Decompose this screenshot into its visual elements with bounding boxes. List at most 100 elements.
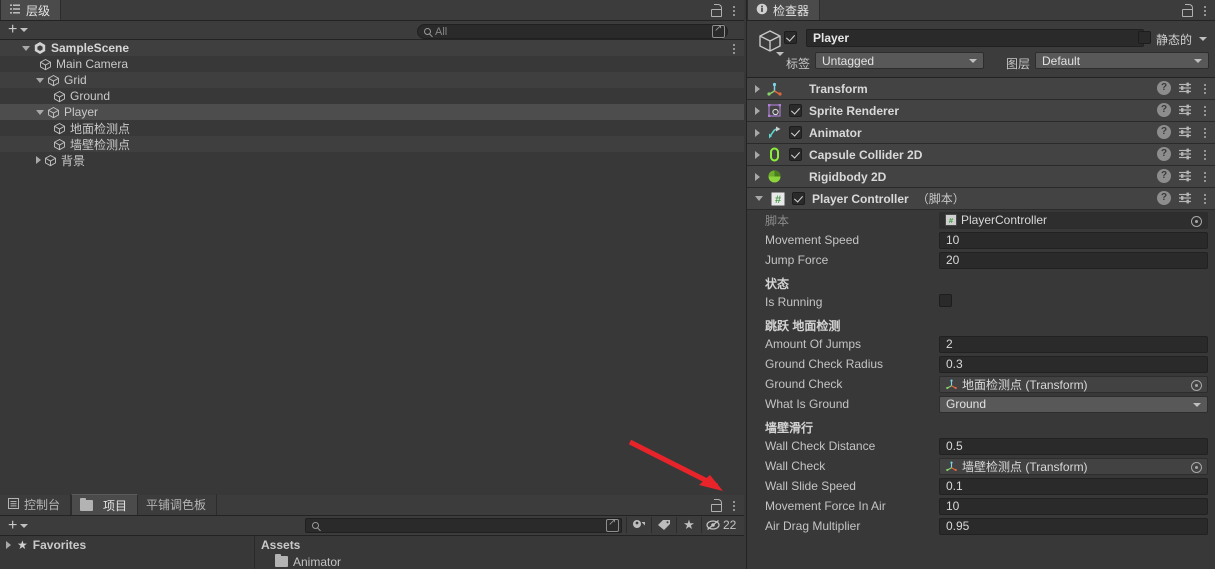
static-dropdown-icon[interactable]: [1199, 37, 1207, 41]
tab-project[interactable]: 项目: [71, 494, 139, 515]
project-menu-icon[interactable]: [728, 498, 740, 512]
object-picker-icon[interactable]: [1191, 461, 1202, 473]
component-header-player-controller[interactable]: # Player Controller （脚本）?: [747, 188, 1215, 210]
chevron-right-icon[interactable]: [755, 106, 760, 115]
lock-icon[interactable]: [710, 498, 722, 512]
gameobject-cube-icon: [53, 90, 66, 103]
hierarchy-search-input[interactable]: All: [417, 23, 728, 39]
component-header-capsule-collider-2d[interactable]: Capsule Collider 2D?: [747, 144, 1215, 166]
lock-icon[interactable]: [1181, 3, 1193, 17]
component-menu-icon[interactable]: [1199, 125, 1211, 139]
tab-console[interactable]: 控制台: [0, 494, 72, 515]
preset-settings-icon[interactable]: [1178, 147, 1192, 161]
gameobject-prefab-icon[interactable]: [757, 28, 784, 56]
component-enabled-checkbox[interactable]: [789, 104, 802, 117]
chevron-right-icon[interactable]: [6, 540, 11, 549]
component-header-rigidbody-2d[interactable]: Rigidbody 2D?: [747, 166, 1215, 188]
create-gameobject-button[interactable]: +: [4, 22, 38, 39]
hierarchy-item-main-camera[interactable]: Main Camera: [0, 56, 744, 72]
hidden-assets-counter[interactable]: 22: [701, 517, 742, 533]
chevron-right-icon[interactable]: [755, 128, 760, 137]
property-label: Movement Force In Air: [765, 499, 886, 513]
hierarchy-item-墙壁检测点[interactable]: 墙壁检测点: [0, 136, 744, 152]
hierarchy-item-grid[interactable]: Grid: [0, 72, 744, 88]
list-item-animator[interactable]: Animator: [255, 553, 744, 569]
search-expand-icon[interactable]: [712, 23, 725, 38]
component-enabled-checkbox[interactable]: [792, 192, 805, 205]
chevron-right-icon[interactable]: [755, 150, 760, 159]
component-enabled-checkbox[interactable]: [789, 148, 802, 161]
component-enabled-checkbox[interactable]: [789, 126, 802, 139]
property-checkbox[interactable]: [939, 294, 952, 307]
hierarchy-row-menu-icon[interactable]: [728, 41, 740, 55]
component-header-animator[interactable]: Animator?: [747, 122, 1215, 144]
favorites-star-icon[interactable]: ★: [676, 517, 701, 533]
gameobject-name-input[interactable]: Player: [806, 29, 1144, 47]
tab-hierarchy[interactable]: 层级: [0, 0, 62, 20]
gameobject-active-checkbox[interactable]: [784, 31, 797, 44]
chevron-down-icon[interactable]: [36, 77, 44, 83]
hierarchy-item-地面检测点[interactable]: 地面检测点: [0, 120, 744, 136]
chevron-right-icon[interactable]: [755, 172, 760, 181]
tab-inspector[interactable]: 检查器: [747, 0, 821, 20]
preset-settings-icon[interactable]: [1178, 103, 1192, 117]
static-checkbox[interactable]: [1138, 31, 1151, 44]
project-assets-column[interactable]: Assets Animator: [255, 536, 744, 569]
search-by-type-icon[interactable]: [626, 517, 651, 533]
component-menu-icon[interactable]: [1199, 81, 1211, 95]
component-menu-icon[interactable]: [1199, 147, 1211, 161]
help-icon[interactable]: ?: [1157, 81, 1171, 95]
component-menu-icon[interactable]: [1199, 103, 1211, 117]
script-object-field[interactable]: # PlayerController: [939, 211, 1208, 229]
property-value-input[interactable]: 10: [939, 497, 1208, 515]
create-asset-button[interactable]: +: [4, 517, 38, 534]
property-value-input[interactable]: 20: [939, 251, 1208, 269]
search-by-label-icon[interactable]: [651, 517, 676, 533]
hierarchy-item-背景[interactable]: 背景: [0, 152, 744, 168]
preset-settings-icon[interactable]: [1178, 125, 1192, 139]
help-icon[interactable]: ?: [1157, 191, 1171, 205]
property-dropdown[interactable]: Ground: [939, 395, 1208, 413]
chevron-right-icon[interactable]: [755, 84, 760, 93]
layer-dropdown[interactable]: Default: [1035, 52, 1209, 69]
chevron-down-icon[interactable]: [755, 196, 763, 201]
property-value-input[interactable]: 0.5: [939, 437, 1208, 455]
help-icon[interactable]: ?: [1157, 125, 1171, 139]
hierarchy-item-player[interactable]: Player: [0, 104, 744, 120]
component-header-transform[interactable]: Transform?: [747, 78, 1215, 100]
help-icon[interactable]: ?: [1157, 169, 1171, 183]
preset-settings-icon[interactable]: [1178, 191, 1192, 205]
property-object-field[interactable]: 墙壁检测点 (Transform): [939, 457, 1208, 475]
property-value-input[interactable]: 0.95: [939, 517, 1208, 535]
preset-settings-icon[interactable]: [1178, 81, 1192, 95]
object-picker-icon[interactable]: [1191, 215, 1202, 227]
property-value-input[interactable]: 2: [939, 335, 1208, 353]
inspector-menu-icon[interactable]: [1199, 3, 1211, 17]
tag-dropdown[interactable]: Untagged: [815, 52, 984, 69]
component-menu-icon[interactable]: [1199, 191, 1211, 205]
property-object-field[interactable]: 地面检测点 (Transform): [939, 375, 1208, 393]
chevron-right-icon[interactable]: [36, 156, 41, 164]
lock-icon[interactable]: [710, 3, 722, 17]
property-value-input[interactable]: 0.3: [939, 355, 1208, 373]
property-value-input[interactable]: 0.1: [939, 477, 1208, 495]
hierarchy-menu-icon[interactable]: [728, 3, 740, 17]
project-tree-column[interactable]: ★ Favorites: [0, 536, 255, 569]
chevron-down-icon[interactable]: [22, 45, 30, 51]
tab-tile-palette[interactable]: 平铺调色板: [138, 494, 218, 515]
project-search-input[interactable]: [305, 517, 622, 533]
search-expand-icon[interactable]: [606, 517, 619, 532]
list-item-favorites[interactable]: ★ Favorites: [0, 536, 254, 553]
hierarchy-item-ground[interactable]: Ground: [0, 88, 744, 104]
chevron-down-icon[interactable]: [36, 109, 44, 115]
hierarchy-item-samplescene[interactable]: SampleScene: [0, 40, 744, 56]
chevron-down-icon[interactable]: [776, 52, 784, 56]
object-picker-icon[interactable]: [1191, 379, 1202, 391]
preset-settings-icon[interactable]: [1178, 169, 1192, 183]
hierarchy-tree[interactable]: SampleScene Main Camera Grid Ground Player 地面…: [0, 40, 744, 495]
help-icon[interactable]: ?: [1157, 103, 1171, 117]
component-header-sprite-renderer[interactable]: Sprite Renderer?: [747, 100, 1215, 122]
help-icon[interactable]: ?: [1157, 147, 1171, 161]
component-menu-icon[interactable]: [1199, 169, 1211, 183]
property-value-input[interactable]: 10: [939, 231, 1208, 249]
